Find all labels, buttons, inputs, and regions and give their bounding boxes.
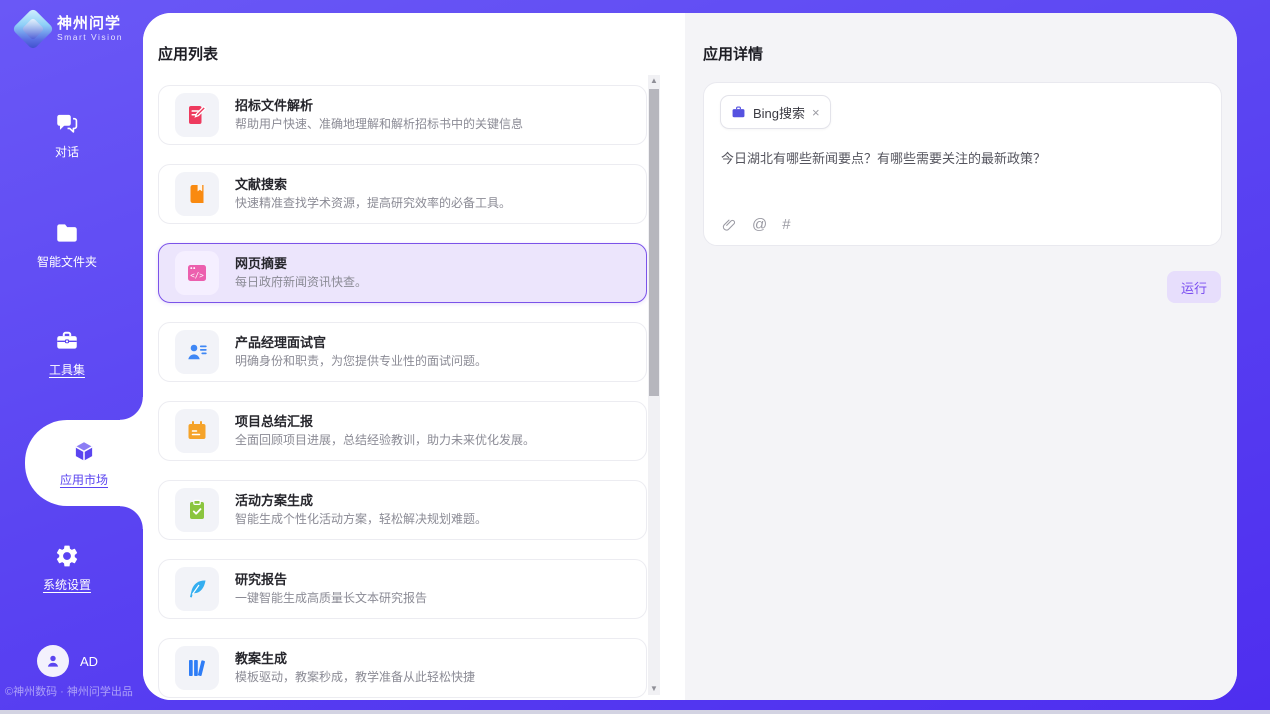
list-scrollbar[interactable]: ▲ ▼ [648, 75, 660, 695]
gear-icon [54, 543, 80, 569]
chat-icon [54, 110, 80, 136]
hash-icon[interactable]: # [782, 216, 790, 233]
app-card-title: 教案生成 [235, 650, 475, 667]
doc-edit-icon [185, 103, 209, 127]
app-card-web-summary[interactable]: </> 网页摘要 每日政府新闻资讯快查。 [158, 243, 647, 303]
prompt-input[interactable]: 今日湖北有哪些新闻要点？有哪些需要关注的最新政策？ [721, 149, 1205, 168]
app-card-desc: 全面回顾项目进展，总结经验教训，助力未来优化发展。 [235, 432, 535, 449]
person-icon [44, 652, 62, 670]
cube-icon [71, 439, 97, 465]
app-card-desc: 模板驱动，教案秒成，教学准备从此轻松快捷 [235, 669, 475, 686]
app-card-desc: 帮助用户快速、准确地理解和解析招标书中的关键信息 [235, 116, 523, 133]
window-bottom-strip [0, 710, 1270, 714]
app-card-project-summary[interactable]: 项目总结汇报 全面回顾项目进展，总结经验教训，助力未来优化发展。 [158, 401, 647, 461]
user-name: AD [80, 654, 98, 669]
app-card-desc: 一键智能生成高质量长文本研究报告 [235, 590, 427, 607]
app-card-desc: 明确身份和职责，为您提供专业性的面试问题。 [235, 353, 487, 370]
folder-icon [54, 220, 80, 246]
avatar [37, 645, 69, 677]
app-card-bid-analysis[interactable]: 招标文件解析 帮助用户快速、准确地理解和解析招标书中的关键信息 [158, 85, 647, 145]
app-card-research-report[interactable]: 研究报告 一键智能生成高质量长文本研究报告 [158, 559, 647, 619]
prompt-card: Bing搜索 × 今日湖北有哪些新闻要点？有哪些需要关注的最新政策？ @ # [703, 82, 1222, 246]
sidebar-item-smart-folder[interactable]: 智能文件夹 [0, 220, 134, 270]
brand-logo: 神州问学 Smart Vision [18, 14, 123, 44]
sidebar-item-label: 智能文件夹 [37, 253, 97, 270]
quill-icon [185, 577, 209, 601]
scroll-up-icon[interactable]: ▲ [648, 75, 660, 87]
browser-code-icon: </> [185, 261, 209, 285]
sidebar-item-app-market[interactable]: 应用市场 [25, 420, 143, 506]
app-card-title: 项目总结汇报 [235, 413, 535, 430]
sidebar-item-chat[interactable]: 对话 [0, 110, 134, 160]
sidebar-item-toolset[interactable]: 工具集 [0, 328, 134, 378]
copyright-text: ©神州数码 · 神州问学出品 [5, 683, 133, 699]
brand-logo-icon [12, 8, 54, 50]
clipboard-check-icon [185, 498, 209, 522]
app-card-lesson-plan[interactable]: 教案生成 模板驱动，教案秒成，教学准备从此轻松快捷 [158, 638, 647, 698]
prompt-toolbar: @ # [721, 216, 791, 233]
person-list-icon [185, 340, 209, 364]
app-card-pm-interviewer[interactable]: 产品经理面试官 明确身份和职责，为您提供专业性的面试问题。 [158, 322, 647, 382]
mention-icon[interactable]: @ [752, 216, 767, 233]
sidebar-item-label: 应用市场 [60, 471, 108, 488]
app-list-title: 应用列表 [158, 43, 218, 64]
run-button[interactable]: 运行 [1167, 271, 1221, 303]
brand-subtitle: Smart Vision [57, 32, 123, 43]
app-card-title: 产品经理面试官 [235, 334, 487, 351]
calendar-icon [185, 419, 209, 443]
book-icon [185, 182, 209, 206]
scrollbar-thumb[interactable] [649, 89, 659, 396]
close-icon[interactable]: × [812, 106, 820, 119]
brand-name: 神州问学 [57, 15, 123, 32]
app-card-title: 文献搜索 [235, 176, 511, 193]
app-detail-panel: 应用详情 Bing搜索 × 今日湖北有哪些新闻要点？有哪些需要关注的最新政策？ … [685, 13, 1237, 700]
app-card-desc: 每日政府新闻资讯快查。 [235, 274, 367, 291]
app-detail-title: 应用详情 [703, 43, 763, 64]
sidebar: 神州问学 Smart Vision 对话 智能文件夹 工具集 [0, 0, 143, 714]
app-list-panel: 应用列表 招标文件解析 帮助用户快速、准确地理解和解析招标书中的关键信息 [143, 13, 685, 700]
app-card-title: 研究报告 [235, 571, 427, 588]
svg-text:</>: </> [190, 271, 204, 280]
content-panel: 应用列表 招标文件解析 帮助用户快速、准确地理解和解析招标书中的关键信息 [143, 13, 1237, 700]
sidebar-item-label: 工具集 [49, 361, 85, 378]
app-card-title: 活动方案生成 [235, 492, 487, 509]
tool-tag-bing-search[interactable]: Bing搜索 × [720, 95, 831, 129]
briefcase-icon [731, 105, 746, 120]
toolbox-icon [54, 328, 80, 354]
tool-tag-label: Bing搜索 [753, 103, 805, 122]
app-card-title: 网页摘要 [235, 255, 367, 272]
app-card-desc: 快速精准查找学术资源，提高研究效率的必备工具。 [235, 195, 511, 212]
app-list: 招标文件解析 帮助用户快速、准确地理解和解析招标书中的关键信息 文献搜索 快速精… [158, 85, 647, 700]
app-card-literature-search[interactable]: 文献搜索 快速精准查找学术资源，提高研究效率的必备工具。 [158, 164, 647, 224]
app-card-title: 招标文件解析 [235, 97, 523, 114]
sidebar-item-settings[interactable]: 系统设置 [0, 543, 134, 593]
books-icon [185, 656, 209, 680]
user-profile[interactable]: AD [37, 645, 98, 677]
attachment-icon[interactable] [721, 217, 737, 233]
sidebar-item-label: 对话 [55, 143, 79, 160]
app-card-desc: 智能生成个性化活动方案，轻松解决规划难题。 [235, 511, 487, 528]
app-card-event-plan[interactable]: 活动方案生成 智能生成个性化活动方案，轻松解决规划难题。 [158, 480, 647, 540]
scroll-down-icon[interactable]: ▼ [648, 683, 660, 695]
sidebar-item-label: 系统设置 [43, 576, 91, 593]
